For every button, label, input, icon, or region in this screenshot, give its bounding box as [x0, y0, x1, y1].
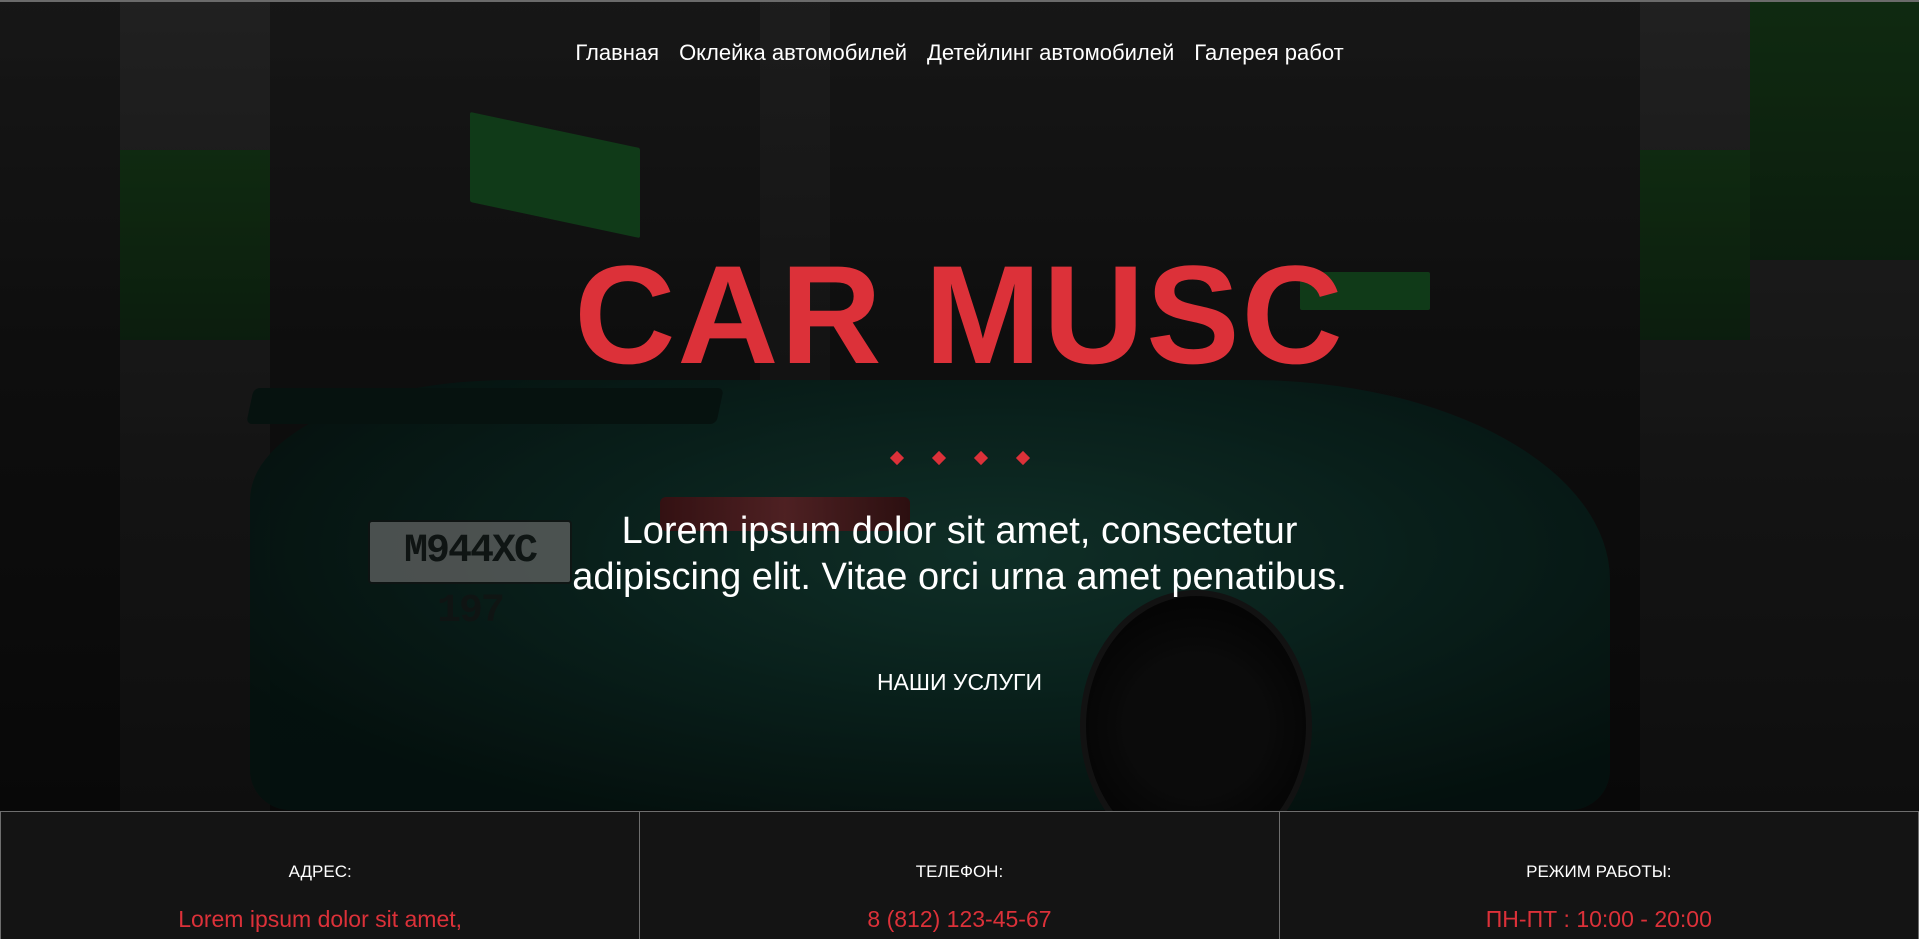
top-border	[0, 0, 1919, 2]
services-button-wrap: НАШИ УСЛУГИ	[0, 669, 1919, 696]
diamond-icon	[931, 450, 946, 466]
address-block: АДРЕС: Lorem ipsum dolor sit amet,	[0, 812, 639, 939]
hours-value: ПН-ПТ : 10:00 - 20:00	[1485, 906, 1712, 932]
phone-label: ТЕЛЕФОН:	[915, 862, 1004, 881]
main-nav: Главная Оклейка автомобилей Детейлинг ав…	[0, 40, 1919, 66]
services-button[interactable]: НАШИ УСЛУГИ	[877, 669, 1042, 695]
address-value: Lorem ipsum dolor sit amet,	[178, 906, 463, 932]
page: M944XC 197 Главная Оклейка автомобилей Д…	[0, 0, 1919, 939]
nav-item-gallery[interactable]: Галерея работ	[1194, 40, 1343, 66]
hero-section: M944XC 197 Главная Оклейка автомобилей Д…	[0, 0, 1919, 812]
hero-lead-line: adipiscing elit. Vitae orci urna amet pe…	[572, 556, 1347, 598]
diamond-icon	[1015, 450, 1030, 466]
nav-item-home[interactable]: Главная	[575, 40, 659, 66]
nav-item-detailing[interactable]: Детейлинг автомобилей	[927, 40, 1174, 66]
page-title: CAR MUSC	[574, 236, 1345, 393]
diamond-icon	[889, 450, 904, 466]
hero-lead-text: Lorem ipsum dolor sit amet, consectetur …	[0, 508, 1919, 600]
contact-info-panel: АДРЕС: Lorem ipsum dolor sit amet, ТЕЛЕФ…	[0, 811, 1919, 939]
address-label: АДРЕС:	[288, 862, 352, 881]
decorative-dots	[0, 450, 1919, 466]
hours-label: РЕЖИМ РАБОТЫ:	[1526, 862, 1672, 881]
nav-item-wrapping[interactable]: Оклейка автомобилей	[679, 40, 907, 66]
hours-block: РЕЖИМ РАБОТЫ: ПН-ПТ : 10:00 - 20:00	[1278, 812, 1919, 939]
phone-value[interactable]: 8 (812) 123-45-67	[640, 906, 1278, 932]
hero-lead-line: Lorem ipsum dolor sit amet, consectetur	[621, 510, 1298, 552]
phone-block: ТЕЛЕФОН: 8 (812) 123-45-67	[639, 812, 1278, 939]
diamond-icon	[973, 450, 988, 466]
